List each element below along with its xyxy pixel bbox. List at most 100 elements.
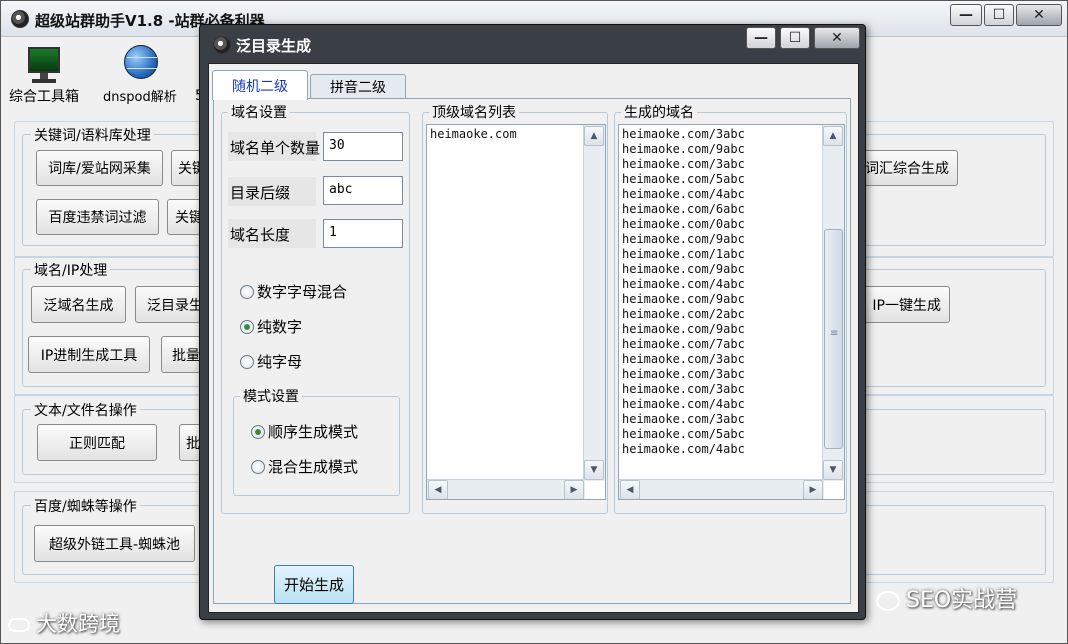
list-item[interactable]: heimaoke.com/4abc bbox=[622, 442, 745, 457]
text-file-group-title: 文本/文件名操作 bbox=[31, 400, 140, 420]
directory-suffix-input[interactable]: abc bbox=[323, 176, 403, 205]
scroll-right-icon[interactable]: ▶ bbox=[803, 480, 823, 499]
main-minimize-button[interactable]: — bbox=[950, 4, 982, 26]
batch-tool-button[interactable]: 批量 bbox=[161, 336, 201, 373]
list-item[interactable]: heimaoke.com/9abc bbox=[622, 262, 745, 277]
scroll-up-icon[interactable]: ▲ bbox=[584, 126, 604, 146]
top-domain-group: 顶级域名列表 heimaoke.com ▲ ▼ ◀ ▶ bbox=[422, 102, 608, 514]
ip-base-convert-button[interactable]: IP进制生成工具 bbox=[28, 336, 150, 373]
option-sequential-mode[interactable]: 顺序生成模式 bbox=[251, 421, 358, 442]
wildcard-directory-button[interactable]: 泛目录生 bbox=[135, 286, 201, 323]
list-item[interactable]: heimaoke.com/6abc bbox=[622, 202, 745, 217]
scroll-thumb[interactable]: ≡ bbox=[824, 229, 843, 449]
vocab-compose-button[interactable]: 词汇综合生成 bbox=[857, 150, 958, 186]
batch-file-button[interactable]: 批 bbox=[179, 424, 201, 461]
list-item[interactable]: heimaoke.com/3abc bbox=[622, 352, 745, 367]
regex-match-button[interactable]: 正则匹配 bbox=[37, 424, 157, 461]
top-domain-vscroll[interactable]: ▲ ▼ bbox=[583, 125, 605, 481]
top-domain-title: 顶级域名列表 bbox=[429, 102, 519, 122]
thumb-grip-icon: ≡ bbox=[830, 328, 839, 339]
generated-domain-listbox[interactable]: heimaoke.com/3abc heimaoke.com/9abc heimao… bbox=[618, 124, 845, 500]
list-item[interactable]: heimaoke.com/4abc bbox=[622, 187, 745, 202]
computer-monitor-icon bbox=[24, 45, 64, 85]
wordlib-collect-button[interactable]: 词库/爱站网采集 bbox=[36, 150, 163, 186]
watermark-bottom-left: 大数跨境 bbox=[8, 608, 120, 638]
list-item[interactable]: heimaoke.com/3abc bbox=[622, 412, 745, 427]
option-letters-only[interactable]: 纯字母 bbox=[240, 351, 302, 372]
domain-count-input[interactable]: 30 bbox=[323, 132, 403, 161]
generated-domain-vscroll[interactable]: ▲ ≡ ▼ bbox=[822, 125, 844, 481]
domain-ip-group-title: 域名/IP处理 bbox=[31, 260, 111, 280]
spider-pool-button[interactable]: 超级外链工具-蜘蛛池 bbox=[34, 525, 195, 562]
random-subdomain-panel: 域名设置 域名单个数量 30 目录后缀 abc 域名长度 1 数字字母混合 纯数… bbox=[213, 98, 851, 604]
list-item[interactable]: heimaoke.com/4abc bbox=[622, 397, 745, 412]
list-item[interactable]: heimaoke.com/3abc bbox=[622, 367, 745, 382]
scroll-down-icon[interactable]: ▼ bbox=[823, 460, 843, 480]
radio-mixed-icon bbox=[251, 459, 265, 474]
wildcard-domain-button[interactable]: 泛域名生成 bbox=[31, 286, 126, 323]
dialog-close-button[interactable]: ✕ bbox=[814, 27, 860, 49]
list-item[interactable]: heimaoke.com/9abc bbox=[622, 232, 745, 247]
option-mixed-mode[interactable]: 混合生成模式 bbox=[251, 456, 358, 477]
dialog-minimize-button[interactable]: — bbox=[746, 27, 776, 49]
tab-random-subdomain[interactable]: 随机二级 bbox=[212, 70, 308, 100]
ip-one-click-button[interactable]: IP一键生成 bbox=[857, 286, 950, 323]
list-item[interactable]: heimaoke.com/2abc bbox=[622, 307, 745, 322]
generated-domain-hscroll[interactable]: ◀ ▶ bbox=[619, 479, 824, 499]
scroll-up-icon[interactable]: ▲ bbox=[823, 126, 843, 146]
list-item[interactable]: heimaoke.com/4abc bbox=[622, 277, 745, 292]
radio-digits-only-icon bbox=[240, 319, 254, 334]
start-generate-button[interactable]: 开始生成 bbox=[274, 565, 354, 604]
dialog-maximize-button[interactable]: ☐ bbox=[780, 27, 810, 49]
list-item[interactable]: heimaoke.com/1abc bbox=[622, 247, 745, 262]
top-domain-listbox[interactable]: heimaoke.com ▲ ▼ ◀ ▶ bbox=[426, 124, 606, 500]
radio-alnum-mixed-icon bbox=[240, 284, 254, 299]
dnspod-tool[interactable]: dnspod解析 bbox=[103, 45, 177, 105]
keyword-group-title: 关键词/语料库处理 bbox=[31, 125, 154, 145]
list-item[interactable]: heimaoke.com/3abc bbox=[622, 382, 745, 397]
list-item[interactable]: heimaoke.com/3abc bbox=[622, 127, 745, 142]
scroll-down-icon[interactable]: ▼ bbox=[584, 460, 604, 480]
keyword-tool-button-1[interactable]: 关键 bbox=[171, 150, 201, 186]
dialog-logo-icon bbox=[213, 36, 231, 54]
wechat-icon bbox=[876, 591, 900, 611]
main-close-button[interactable]: ✕ bbox=[1016, 4, 1062, 26]
mode-settings-group: 模式设置 顺序生成模式 混合生成模式 bbox=[233, 386, 400, 496]
list-item[interactable]: heimaoke.com/9abc bbox=[622, 292, 745, 307]
list-item[interactable]: heimaoke.com/3abc bbox=[622, 157, 745, 172]
tab-pinyin-subdomain[interactable]: 拼音二级 bbox=[310, 74, 406, 99]
dnspod-label: dnspod解析 bbox=[103, 90, 177, 105]
generated-domain-title: 生成的域名 bbox=[621, 102, 697, 122]
list-item[interactable]: heimaoke.com/5abc bbox=[622, 427, 745, 442]
list-item[interactable]: heimaoke.com bbox=[430, 127, 517, 142]
option-alnum-mixed[interactable]: 数字字母混合 bbox=[240, 281, 347, 302]
list-item[interactable]: heimaoke.com/0abc bbox=[622, 217, 745, 232]
generated-domain-group: 生成的域名 heimaoke.com/3abc heimaoke.com/9abc… bbox=[614, 102, 847, 514]
domain-length-input[interactable]: 1 bbox=[323, 219, 403, 248]
main-maximize-button[interactable]: ☐ bbox=[984, 4, 1014, 26]
option-digits-only[interactable]: 纯数字 bbox=[240, 316, 302, 337]
scroll-left-icon[interactable]: ◀ bbox=[620, 480, 640, 499]
scroll-left-icon[interactable]: ◀ bbox=[428, 480, 448, 499]
keyword-tool-button-2[interactable]: 关键 bbox=[167, 199, 201, 235]
dialog-client-area: 随机二级 拼音二级 域名设置 域名单个数量 30 目录后缀 abc 域名长度 1… bbox=[208, 63, 859, 613]
list-item[interactable]: heimaoke.com/5abc bbox=[622, 172, 745, 187]
radio-sequential-icon bbox=[251, 424, 265, 439]
scroll-right-icon[interactable]: ▶ bbox=[564, 480, 584, 499]
domain-count-label: 域名单个数量 bbox=[230, 139, 321, 157]
list-item[interactable]: heimaoke.com/9abc bbox=[622, 142, 745, 157]
domain-settings-group: 域名设置 域名单个数量 30 目录后缀 abc 域名长度 1 数字字母混合 纯数… bbox=[221, 102, 410, 514]
dialog-title: 泛目录生成 bbox=[236, 37, 312, 55]
top-domain-hscroll[interactable]: ◀ ▶ bbox=[427, 479, 585, 499]
wildcard-directory-dialog: 泛目录生成 — ☐ ✕ 随机二级 拼音二级 域名设置 域名单个数量 30 目录后… bbox=[199, 24, 866, 620]
list-item[interactable]: heimaoke.com/9abc bbox=[622, 322, 745, 337]
mode-settings-title: 模式设置 bbox=[240, 386, 302, 406]
baidu-banned-word-filter-button[interactable]: 百度违禁词过滤 bbox=[36, 199, 159, 235]
toolbox-tool[interactable]: 综合工具箱 bbox=[9, 45, 79, 106]
directory-suffix-label: 目录后缀 bbox=[230, 184, 291, 202]
toolbox-label: 综合工具箱 bbox=[9, 89, 79, 105]
list-item[interactable]: heimaoke.com/7abc bbox=[622, 337, 745, 352]
baidu-spider-group-title: 百度/蜘蛛等操作 bbox=[31, 496, 140, 516]
app-logo-icon bbox=[11, 10, 29, 28]
watermark-bottom-right: SEO实战营 bbox=[876, 582, 1017, 614]
